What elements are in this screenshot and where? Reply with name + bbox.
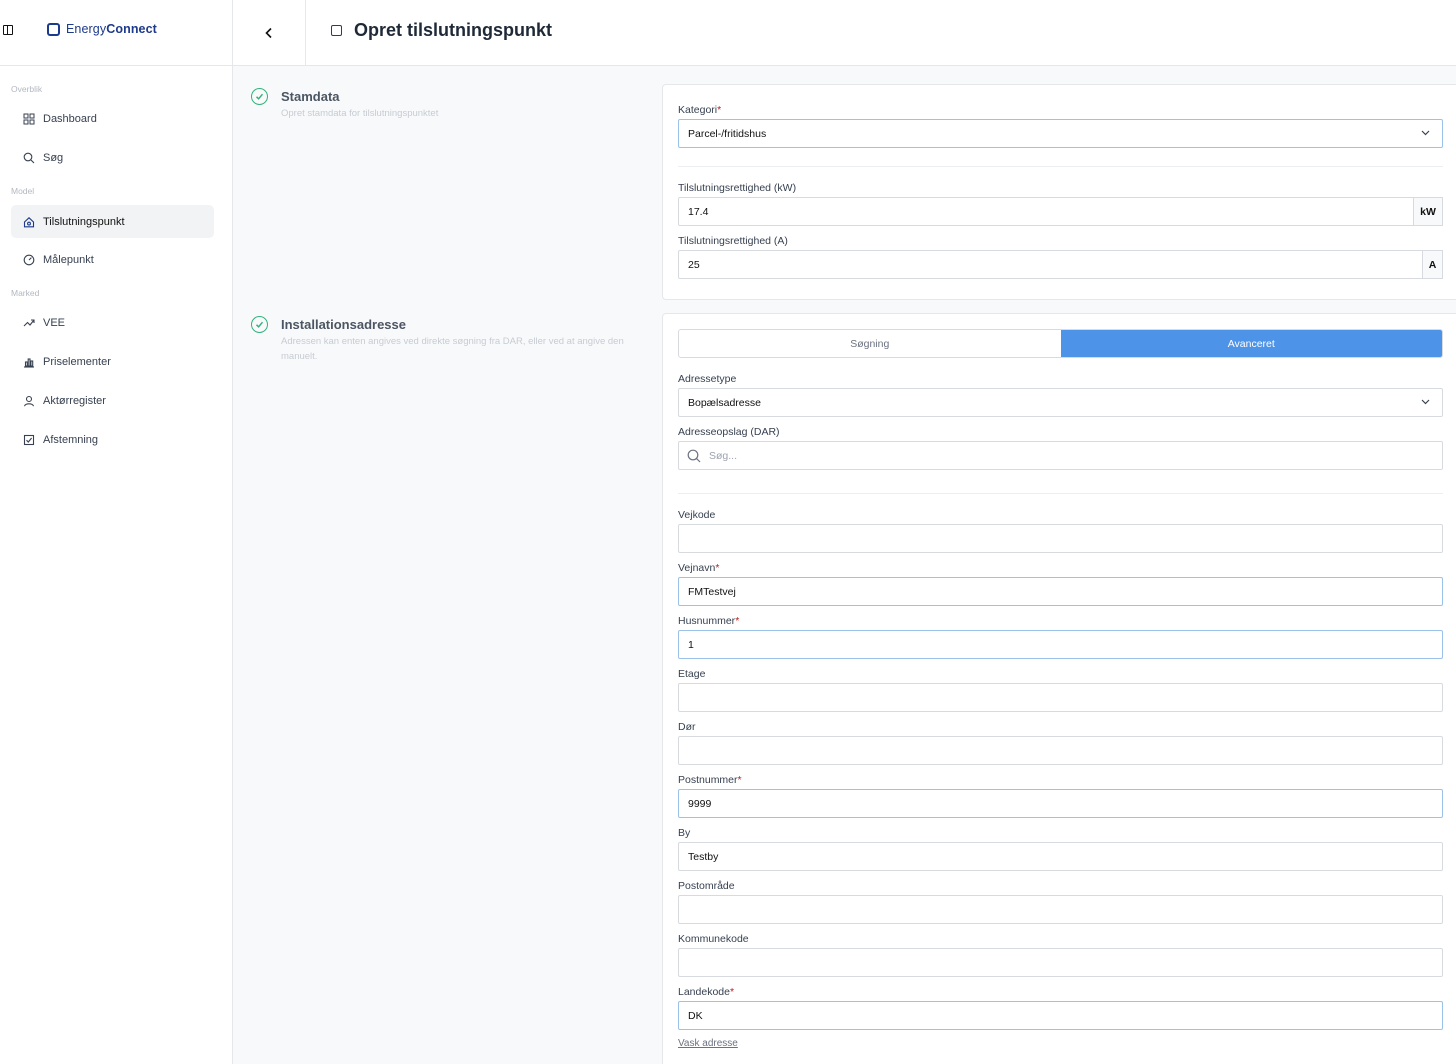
chevron-down-icon (1421, 130, 1430, 136)
sidebar-item-afstemning[interactable]: Afstemning (11, 423, 214, 456)
sidebar-item-tilslutningspunkt[interactable]: Tilslutningspunkt (11, 205, 214, 238)
search-icon (23, 152, 35, 164)
etage-label: Etage (678, 668, 706, 680)
sidebar-item-label: Aktørregister (43, 394, 106, 407)
nav-section-overblik: Overblik (11, 84, 43, 94)
vejnavn-input[interactable]: FMTestvej (678, 577, 1443, 606)
postomrade-input[interactable] (678, 895, 1443, 924)
ampere-unit: A (1422, 250, 1443, 279)
nav-section-marked: Marked (11, 288, 40, 298)
sidebar-item-label: VEE (43, 316, 66, 329)
sidebar-item-label: Målepunkt (43, 253, 94, 266)
landekode-label: Landekode* (678, 986, 735, 998)
ampere-label: Tilslutningsrettighed (A) (678, 235, 788, 247)
dar-search-input[interactable]: Søg... (678, 441, 1443, 470)
sidebar: EnergyConnect Overblik Dashboard Søg Mod… (0, 0, 233, 1064)
chevron-down-icon (1421, 399, 1430, 405)
dor-label: Dør (678, 721, 696, 733)
search-icon (687, 449, 701, 462)
address-description: Adressen kan enten angives ved direkte s… (281, 336, 624, 362)
address-check-icon (251, 316, 268, 333)
kommunekode-input[interactable] (678, 948, 1443, 977)
vejkode-label: Vejkode (678, 509, 716, 521)
kommunekode-label: Kommunekode (678, 933, 749, 945)
postnummer-label: Postnummer* (678, 774, 742, 786)
sidebar-item-search[interactable]: Søg (11, 141, 214, 174)
sidebar-item-dashboard[interactable]: Dashboard (11, 102, 214, 135)
kategori-label: Kategori* (678, 104, 722, 116)
back-button[interactable] (233, 0, 306, 66)
sidebar-item-label: Afstemning (43, 433, 99, 446)
tab-search[interactable]: Søgning (679, 330, 1061, 357)
by-input[interactable]: Testby (678, 842, 1443, 871)
logo[interactable]: EnergyConnect (47, 22, 157, 36)
address-title: Installationsadresse (281, 317, 406, 332)
grid-icon (23, 113, 35, 125)
house-icon (23, 216, 35, 228)
stamdata-check-icon (251, 88, 268, 105)
postnummer-input[interactable]: 9999 (678, 789, 1443, 818)
etage-input[interactable] (678, 683, 1443, 712)
vejnavn-label: Vejnavn* (678, 562, 720, 574)
nav-section-model: Model (11, 186, 35, 196)
kw-input[interactable]: 17.4 kW (678, 197, 1443, 226)
trend-icon (23, 317, 35, 329)
kw-unit: kW (1413, 197, 1443, 226)
logo-mark-icon (47, 22, 60, 36)
user-icon (23, 395, 35, 407)
adressetype-select[interactable]: Bopælsadresse (678, 388, 1443, 417)
gauge-icon (23, 254, 35, 266)
sidebar-item-label: Tilslutningspunkt (43, 215, 125, 228)
husnummer-input[interactable]: 1 (678, 630, 1443, 659)
sidebar-item-malepunkt[interactable]: Målepunkt (11, 243, 214, 276)
kw-label: Tilslutningsrettighed (kW) (678, 182, 797, 194)
ampere-input[interactable]: 25 A (678, 250, 1443, 279)
sidebar-item-label: Dashboard (43, 112, 97, 125)
sidebar-toggle-icon[interactable] (3, 25, 13, 35)
postomrade-label: Postområde (678, 880, 735, 892)
dar-label: Adresseopslag (DAR) (678, 426, 780, 438)
divider (678, 166, 1443, 167)
divider (678, 493, 1443, 494)
address-mode-toggle: Søgning Avanceret (678, 329, 1443, 358)
kategori-select[interactable]: Parcel-/fritidshus (678, 119, 1443, 148)
landekode-input[interactable]: DK (678, 1001, 1443, 1030)
stamdata-title: Stamdata (281, 89, 340, 104)
stamdata-description: Opret stamdata for tilslutningspunktet (281, 108, 439, 119)
adressetype-label: Adressetype (678, 373, 737, 385)
chevron-left-icon (265, 27, 272, 39)
wash-address-link[interactable]: Vask adresse (678, 1038, 738, 1049)
page-title: Opret tilslutningspunkt (354, 20, 552, 40)
logo-text: EnergyConnect (66, 22, 157, 36)
check-square-icon (23, 434, 35, 446)
by-label: By (678, 827, 691, 839)
sidebar-item-vee[interactable]: VEE (11, 306, 214, 339)
sidebar-item-label: Søg (43, 151, 64, 164)
dor-input[interactable] (678, 736, 1443, 765)
tab-advanced[interactable]: Avanceret (1060, 330, 1442, 357)
husnummer-label: Husnummer* (678, 615, 740, 627)
sidebar-item-aktorregister[interactable]: Aktørregister (11, 384, 214, 417)
sidebar-item-priselementer[interactable]: Priselementer (11, 345, 214, 378)
bar-chart-icon (23, 356, 35, 368)
topbar: Opret tilslutningspunkt (233, 0, 1456, 66)
vejkode-input[interactable] (678, 524, 1443, 553)
page-icon (331, 25, 342, 36)
sidebar-item-label: Priselementer (43, 355, 111, 368)
sidebar-header: EnergyConnect (0, 0, 232, 66)
